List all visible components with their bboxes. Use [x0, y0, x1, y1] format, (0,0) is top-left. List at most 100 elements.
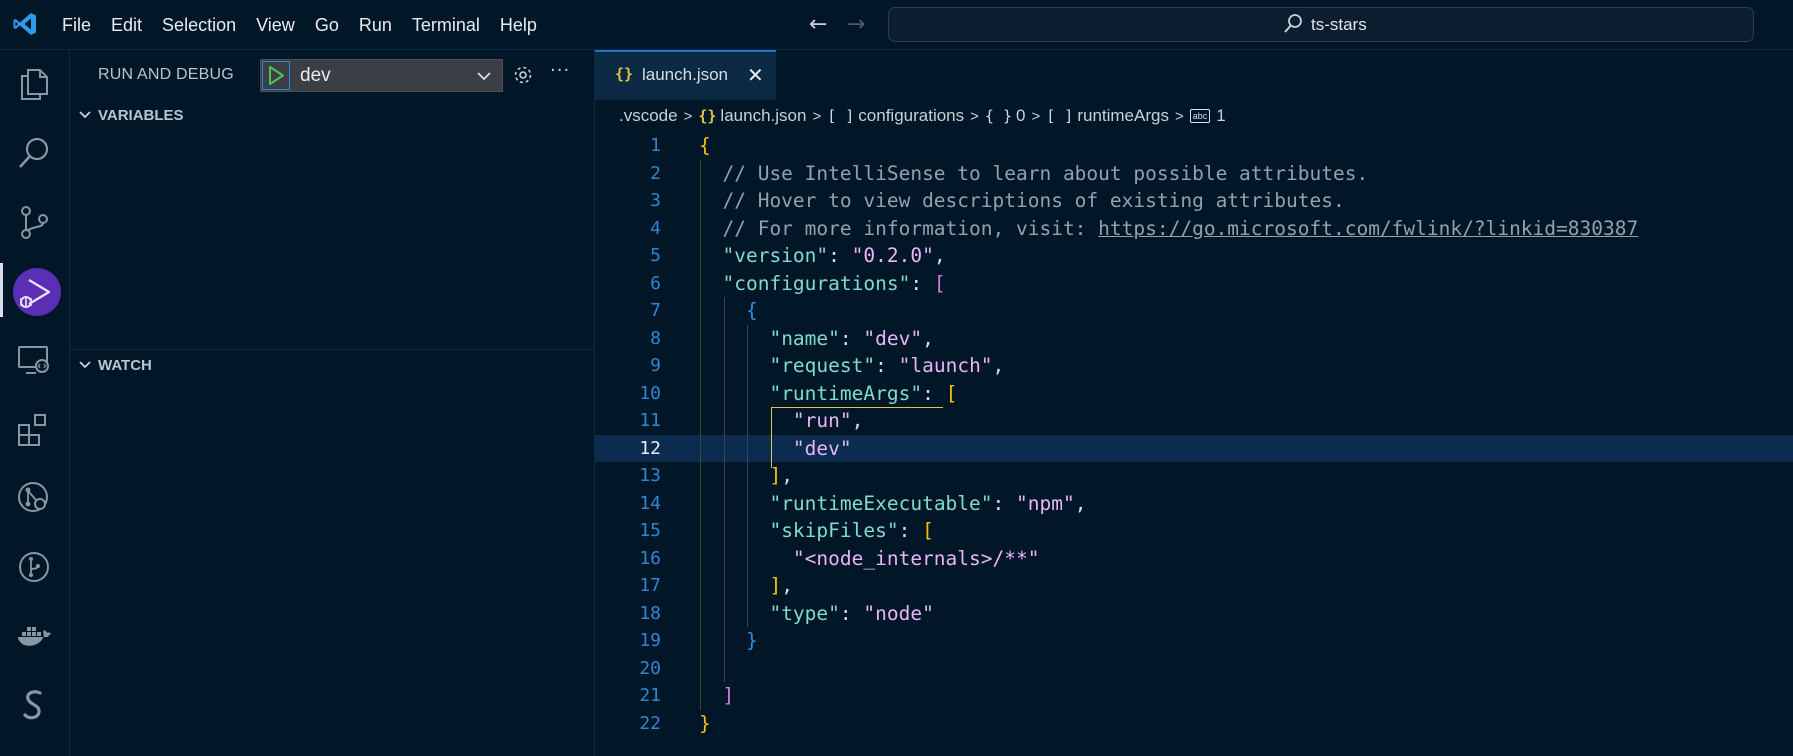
gitlens-icon	[19, 552, 49, 582]
line-number: 14	[639, 492, 661, 514]
code-line[interactable]: 5 "version": "0.2.0",	[595, 242, 1793, 269]
code-text: "dev"	[792, 436, 852, 460]
line-number: 11	[639, 410, 661, 431]
indent-guide	[747, 324, 748, 627]
line-number: 8	[650, 327, 661, 349]
run-debug-icon	[20, 279, 51, 308]
section-watch-header[interactable]: WATCH	[70, 352, 595, 380]
code-line[interactable]: 9 "request": "launch",	[595, 352, 1793, 379]
code-line[interactable]: 16 "<node_internals>/**"	[595, 545, 1793, 572]
code-text: // For more information, visit: https://…	[722, 216, 1639, 240]
line-number: 5	[650, 245, 661, 266]
search-icon	[1284, 14, 1302, 33]
code-line[interactable]: 18 "type": "node"	[595, 600, 1793, 627]
section-divider	[70, 349, 595, 350]
activity-search[interactable]	[0, 121, 70, 183]
activity-bar	[0, 50, 70, 756]
breadcrumb-index[interactable]: 0	[1016, 106, 1025, 126]
activity-git-graph[interactable]	[0, 466, 70, 528]
section-variables-header[interactable]: VARIABLES	[70, 102, 595, 130]
menu-file[interactable]: File	[62, 15, 91, 36]
docker-icon	[18, 627, 51, 646]
line-number: 17	[639, 575, 661, 596]
code-line[interactable]: 14 "runtimeExecutable": "npm",	[595, 490, 1793, 517]
code-line[interactable]: 11 "run",	[595, 407, 1793, 434]
debug-config-select[interactable]: dev	[260, 59, 503, 92]
code-text: {	[745, 299, 758, 322]
code-line[interactable]: 2 // Use IntelliSense to learn about pos…	[595, 160, 1793, 187]
selected-config-name: dev	[300, 65, 331, 86]
editor-area: {} launch.json ✕ .vscode > {} launch.jso…	[595, 50, 1793, 756]
chevron-right-icon: >	[812, 107, 822, 125]
activity-stylus[interactable]	[0, 673, 70, 735]
line-number: 21	[639, 685, 661, 706]
code-line[interactable]: 13 ],	[595, 462, 1793, 489]
code-line[interactable]: 1{	[595, 132, 1793, 159]
activity-gitlens[interactable]	[0, 535, 70, 597]
code-text: // Hover to view descriptions of existin…	[722, 189, 1345, 212]
code-text: // Use IntelliSense to learn about possi…	[722, 161, 1369, 185]
line-number: 20	[639, 657, 661, 679]
search-icon	[19, 137, 49, 168]
start-debugging-button[interactable]	[262, 61, 290, 90]
line-number: 16	[639, 547, 661, 569]
close-icon[interactable]: ✕	[747, 63, 764, 87]
breadcrumb-folder[interactable]: .vscode	[619, 106, 678, 126]
chevron-right-icon: >	[970, 107, 979, 125]
code-line[interactable]: 19 }	[595, 627, 1793, 654]
breadcrumb-file[interactable]: launch.json	[720, 106, 806, 126]
title-bar: File Edit Selection View Go Run Terminal…	[0, 0, 1793, 50]
forward-arrow-icon[interactable]: →	[847, 12, 865, 37]
play-icon	[269, 66, 284, 85]
code-line[interactable]: 10 "runtimeArgs": [	[595, 380, 1793, 407]
code-text: }	[745, 629, 758, 652]
code-line[interactable]: 22}	[595, 710, 1793, 737]
gear-icon[interactable]	[512, 64, 534, 86]
breadcrumb-runtime-args[interactable]: runtimeArgs	[1077, 106, 1169, 126]
line-number: 19	[639, 630, 661, 651]
code-line[interactable]: 17 ],	[595, 572, 1793, 599]
menu-edit[interactable]: Edit	[111, 15, 142, 36]
menu-bar: File Edit Selection View Go Run Terminal…	[62, 0, 557, 50]
activity-run-debug[interactable]	[0, 259, 70, 321]
command-center-search[interactable]: ts-stars	[888, 7, 1754, 42]
code-line[interactable]: 20	[595, 655, 1793, 682]
back-arrow-icon[interactable]: ←	[809, 12, 827, 37]
json-file-icon: {}	[698, 107, 717, 125]
breadcrumb-configurations[interactable]: configurations	[858, 106, 964, 126]
activity-remote-explorer[interactable]	[0, 328, 70, 390]
code-line[interactable]: 3 // Hover to view descriptions of exist…	[595, 187, 1793, 214]
chevron-down-icon	[79, 361, 91, 369]
chevron-right-icon: >	[1174, 107, 1184, 125]
code-line[interactable]: 8 "name": "dev",	[595, 325, 1793, 352]
activity-source-control[interactable]	[0, 190, 70, 252]
menu-view[interactable]: View	[256, 15, 295, 36]
chevron-down-icon	[79, 111, 91, 119]
code-text: "request": "launch",	[769, 354, 1005, 377]
more-actions-icon[interactable]: ···	[550, 60, 570, 81]
menu-run[interactable]: Run	[359, 15, 392, 36]
code-line[interactable]: 15 "skipFiles": [	[595, 517, 1793, 544]
tab-label: launch.json	[642, 65, 729, 84]
menu-go[interactable]: Go	[315, 15, 339, 36]
activity-docker[interactable]	[0, 604, 70, 666]
code-line[interactable]: 7 {	[595, 297, 1793, 324]
menu-terminal[interactable]: Terminal	[412, 15, 480, 36]
line-number: 12	[639, 437, 661, 459]
code-line[interactable]: 4 // For more information, visit: https:…	[595, 215, 1793, 242]
line-number: 7	[650, 300, 661, 321]
code-text: "runtimeArgs": [	[769, 381, 958, 405]
breadcrumb-item[interactable]: 1	[1216, 106, 1225, 126]
chevron-right-icon: >	[1031, 107, 1041, 125]
code-line[interactable]: 6 "configurations": [	[595, 270, 1793, 297]
menu-help[interactable]: Help	[500, 15, 537, 36]
code-line[interactable]: 12 "dev"	[595, 434, 1793, 462]
activity-extensions[interactable]	[0, 397, 70, 459]
code-text: "type": "node"	[769, 601, 934, 625]
code-line[interactable]: 21 ]	[595, 682, 1793, 709]
string-icon: abc	[1189, 109, 1211, 123]
code-text: ],	[769, 464, 793, 487]
activity-explorer[interactable]	[0, 52, 70, 114]
tab-launch-json[interactable]: {} launch.json ✕	[595, 50, 776, 100]
menu-selection[interactable]: Selection	[162, 15, 236, 36]
